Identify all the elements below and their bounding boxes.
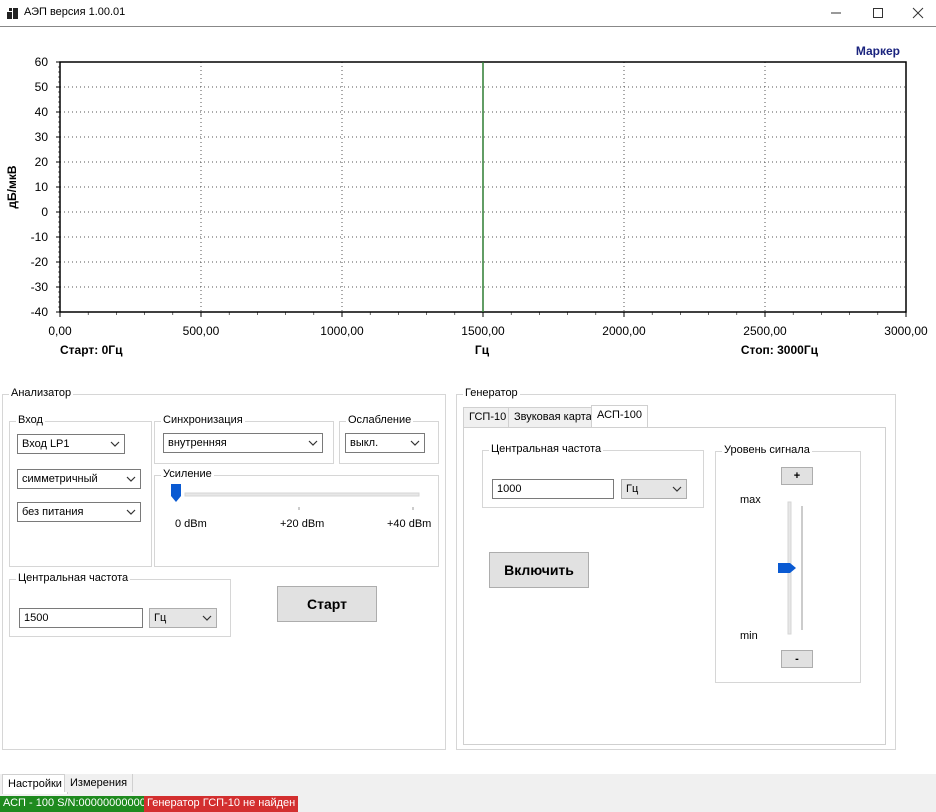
analyzer-center-freq-input[interactable]: 1500 bbox=[19, 608, 143, 628]
input-source-select[interactable]: Вход LP1 bbox=[17, 434, 125, 454]
marker-label: Маркер bbox=[856, 44, 900, 58]
level-increase-button[interactable]: + bbox=[781, 467, 813, 485]
asp-100-tab-page: Центральная частота 1000 Гц Включить Уро… bbox=[463, 427, 886, 745]
analyzer-center-freq-title: Центральная частота bbox=[16, 572, 131, 584]
spectrum-chart-panel: 60 50 40 30 20 10 0 -10 -20 -30 -40 0,00 500,00 1000,… bbox=[0, 26, 936, 365]
tab-asp-100[interactable]: АСП-100 bbox=[591, 405, 648, 427]
y-tick-label: 10 bbox=[35, 180, 49, 194]
input-source-value: Вход LP1 bbox=[22, 438, 70, 450]
chevron-down-icon bbox=[126, 509, 136, 515]
y-tick-label: 20 bbox=[35, 155, 49, 169]
gain-label-20: +20 dBm bbox=[280, 518, 325, 530]
gain-group: Усиление 0 dBm +20 dBm +40 dBm bbox=[154, 468, 439, 567]
device-status: АСП - 100 S/N:000000000001 bbox=[0, 796, 155, 812]
enable-generator-button[interactable]: Включить bbox=[489, 552, 589, 588]
start-frequency-label: Старт: 0Гц bbox=[60, 343, 123, 357]
start-button[interactable]: Старт bbox=[277, 586, 377, 622]
attenuation-group-title: Ослабление bbox=[346, 414, 414, 426]
sync-group-title: Синхронизация bbox=[161, 414, 245, 426]
x-tick-label: 500,00 bbox=[183, 324, 220, 338]
chevron-down-icon bbox=[110, 441, 120, 447]
generator-center-freq-group: Центральная частота 1000 Гц bbox=[482, 443, 704, 508]
maximize-button[interactable] bbox=[860, 0, 896, 26]
level-min-label: min bbox=[740, 630, 758, 642]
generator-group: Генератор ГСП-10 Звуковая карта АСП-100 … bbox=[456, 387, 896, 750]
input-power-value: без питания bbox=[22, 506, 84, 518]
signal-level-slider-thumb[interactable] bbox=[778, 563, 796, 573]
chevron-down-icon bbox=[308, 440, 318, 446]
x-tick-label: 1000,00 bbox=[320, 324, 364, 338]
y-tick-label: 30 bbox=[35, 130, 49, 144]
y-tick-label: 50 bbox=[35, 80, 49, 94]
generator-center-freq-input[interactable]: 1000 bbox=[492, 479, 614, 499]
minimize-button[interactable] bbox=[818, 0, 854, 26]
tab-sound-card[interactable]: Звуковая карта bbox=[508, 407, 598, 427]
chevron-down-icon bbox=[202, 615, 212, 621]
input-group-title: Вход bbox=[16, 414, 45, 426]
y-tick-label: -10 bbox=[31, 230, 49, 244]
close-button[interactable] bbox=[900, 0, 936, 26]
x-tick-label: 3000,00 bbox=[884, 324, 928, 338]
analyzer-group: Анализатор Вход Вход LP1 симметричный бе… bbox=[2, 387, 446, 750]
analyzer-group-title: Анализатор bbox=[9, 387, 74, 399]
analyzer-freq-unit-value: Гц bbox=[154, 612, 167, 624]
gain-label-40: +40 dBm bbox=[387, 518, 432, 530]
generator-freq-unit-select[interactable]: Гц bbox=[621, 479, 687, 499]
input-power-select[interactable]: без питания bbox=[17, 502, 141, 522]
signal-level-group: Уровень сигнала + max min - bbox=[715, 444, 861, 683]
main-tab-strip: Настройки Измерения bbox=[0, 774, 936, 794]
close-icon bbox=[912, 7, 924, 19]
gain-label-0: 0 dBm bbox=[175, 518, 207, 530]
tab-measurements[interactable]: Измерения bbox=[64, 774, 134, 792]
settings-panel: Анализатор Вход Вход LP1 симметричный бе… bbox=[0, 364, 936, 774]
level-decrease-button[interactable]: - bbox=[781, 650, 813, 668]
generator-tab-strip: ГСП-10 Звуковая карта АСП-100 bbox=[463, 405, 887, 429]
generator-group-title: Генератор bbox=[463, 387, 520, 399]
generator-freq-unit-value: Гц bbox=[626, 483, 639, 495]
x-tick-label: 2000,00 bbox=[602, 324, 646, 338]
attenuation-group: Ослабление выкл. bbox=[339, 414, 439, 464]
status-bar: АСП - 100 S/N:000000000001 Генератор ГСП… bbox=[0, 794, 936, 812]
y-axis-label: дБ/мкВ bbox=[5, 165, 19, 208]
generator-status: Генератор ГСП-10 не найден bbox=[144, 796, 299, 812]
sync-value: внутренняя bbox=[168, 437, 227, 449]
app-icon bbox=[7, 8, 18, 19]
maximize-icon bbox=[873, 8, 883, 18]
generator-center-freq-title: Центральная частота bbox=[489, 443, 604, 455]
signal-level-slider[interactable] bbox=[778, 498, 808, 638]
attenuation-value: выкл. bbox=[350, 437, 379, 449]
sync-select[interactable]: внутренняя bbox=[163, 433, 323, 453]
window-title: АЭП версия 1.00.01 bbox=[24, 6, 126, 18]
minimize-icon bbox=[831, 12, 841, 14]
input-mode-select[interactable]: симметричный bbox=[17, 469, 141, 489]
y-tick-label: -20 bbox=[31, 255, 49, 269]
sync-group: Синхронизация внутренняя bbox=[154, 414, 334, 464]
analyzer-center-freq-group: Центральная частота 1500 Гц bbox=[9, 572, 231, 637]
gain-group-title: Усиление bbox=[161, 468, 214, 480]
stop-frequency-label: Стоп: 3000Гц bbox=[741, 343, 819, 357]
x-tick-label: 0,00 bbox=[48, 324, 72, 338]
signal-level-title: Уровень сигнала bbox=[722, 444, 812, 456]
tab-gsp-10[interactable]: ГСП-10 bbox=[463, 407, 513, 427]
y-tick-label: -40 bbox=[31, 305, 49, 319]
x-tick-label: 2500,00 bbox=[743, 324, 787, 338]
y-tick-label: 60 bbox=[35, 55, 49, 69]
attenuation-select[interactable]: выкл. bbox=[345, 433, 425, 453]
chevron-down-icon bbox=[410, 440, 420, 446]
y-tick-label: 0 bbox=[41, 205, 48, 219]
x-tick-label: 1500,00 bbox=[461, 324, 505, 338]
title-bar: АЭП версия 1.00.01 bbox=[0, 0, 936, 26]
chevron-down-icon bbox=[126, 476, 136, 482]
analyzer-freq-unit-select[interactable]: Гц bbox=[149, 608, 217, 628]
y-tick-label: 40 bbox=[35, 105, 49, 119]
x-unit-label: Гц bbox=[475, 343, 490, 357]
spectrum-chart[interactable]: 60 50 40 30 20 10 0 -10 -20 -30 -40 0,00 500,00 1000,… bbox=[0, 27, 936, 364]
input-mode-value: симметричный bbox=[22, 473, 98, 485]
y-tick-label: -30 bbox=[31, 280, 49, 294]
tab-settings[interactable]: Настройки bbox=[2, 774, 68, 794]
chevron-down-icon bbox=[672, 486, 682, 492]
gain-slider-thumb[interactable] bbox=[171, 484, 181, 502]
input-group: Вход Вход LP1 симметричный без питания bbox=[9, 414, 152, 567]
level-max-label: max bbox=[740, 494, 761, 506]
